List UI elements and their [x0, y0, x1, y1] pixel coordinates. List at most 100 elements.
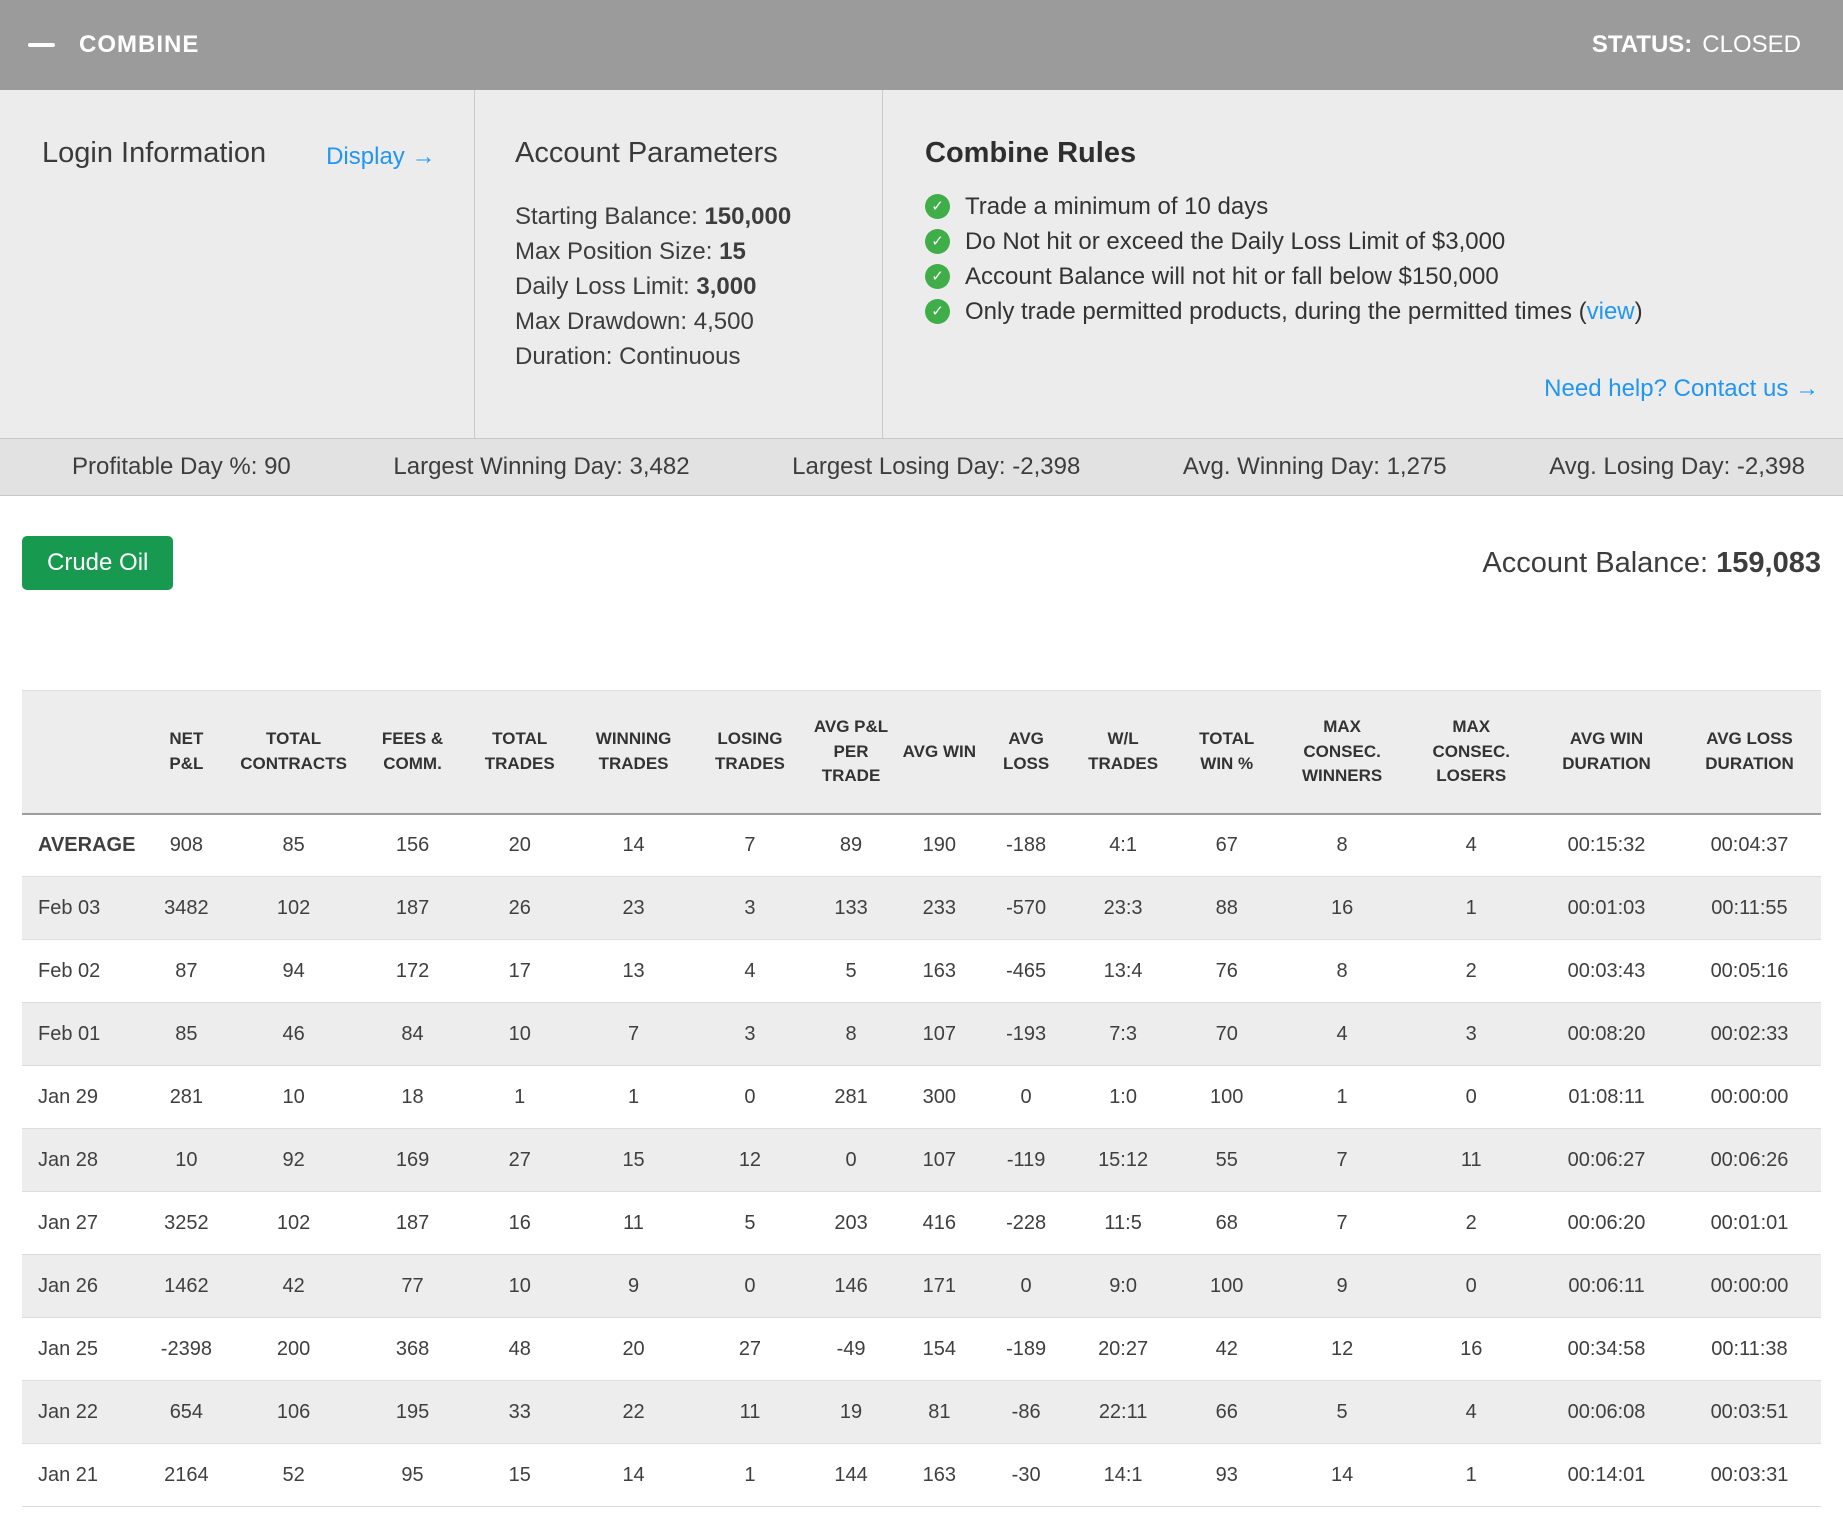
view-link[interactable]: view [1587, 298, 1635, 325]
table-cell: 203 [806, 1191, 896, 1256]
table-cell: 16 [466, 1191, 574, 1256]
table-cell: 281 [806, 1065, 896, 1130]
login-information-title: Login Information [42, 137, 267, 169]
table-cell: 89 [806, 813, 896, 878]
main-content: Crude Oil Account Balance: 159,083 NET P… [0, 536, 1843, 1508]
table-cell: 300 [895, 1065, 983, 1130]
table-cell: 7 [573, 1002, 694, 1067]
table-cell: 00:06:27 [1535, 1128, 1678, 1193]
rule-text: Account Balance will not hit or fall bel… [965, 262, 1499, 290]
table-cell: 2164 [144, 1443, 229, 1508]
stat-largest-winning-day: Largest Winning Day: 3,482 [393, 453, 690, 480]
column-header: AVG WIN [895, 689, 983, 815]
check-icon: ✓ [925, 263, 950, 289]
table-cell: 00:34:58 [1535, 1317, 1678, 1382]
table-cell: 00:06:11 [1535, 1254, 1678, 1319]
table-cell: -119 [982, 1128, 1070, 1193]
table-cell: 190 [895, 813, 983, 878]
table-row: Jan 26 1462 42 77 10 9 0 146 171 0 9:0 100 9 0 00:06:1… [22, 1254, 1821, 1319]
table-cell: 00:08:20 [1535, 1002, 1678, 1067]
table-cell: -188 [982, 813, 1070, 878]
check-icon: ✓ [925, 193, 950, 219]
table-cell: 77 [358, 1254, 467, 1319]
table-cell: 172 [358, 939, 467, 1004]
table-cell: 12 [1276, 1317, 1408, 1382]
stat-largest-losing-day: Largest Losing Day: -2,398 [792, 453, 1081, 480]
table-cell: 11 [1407, 1128, 1536, 1193]
collapse-icon[interactable] [28, 43, 55, 47]
row-label: Feb 01 [22, 1002, 145, 1067]
table-cell: -465 [982, 939, 1070, 1004]
table-cell: 92 [228, 1128, 359, 1193]
table-cell: 1 [1407, 876, 1536, 941]
table-cell: 144 [806, 1443, 896, 1508]
table-cell: 0 [693, 1254, 807, 1319]
table-cell: 10 [228, 1065, 359, 1130]
row-label: AVERAGE [22, 813, 145, 878]
row-label: Jan 21 [22, 1443, 145, 1508]
table-cell: 13:4 [1069, 939, 1177, 1004]
table-cell: 2 [1407, 939, 1536, 1004]
daily-stats-table: NET P&L TOTAL CONTRACTS FEES & COMM. TOTAL … [22, 689, 1821, 1508]
table-row: Feb 01 85 46 84 10 7 3 8 107 -193 7:3 70 4 3 00:08:20 0… [22, 1002, 1821, 1067]
table-cell: 156 [358, 813, 467, 878]
table-row: Jan 25 -2398 200 368 48 20 27 -49 154 -189 20:27 42… [22, 1317, 1821, 1382]
table-cell: 106 [228, 1380, 359, 1445]
table-cell: 1462 [144, 1254, 229, 1319]
table-cell: 11:5 [1069, 1191, 1177, 1256]
table-cell: 3 [693, 1002, 807, 1067]
display-link[interactable]: Display → [326, 143, 435, 171]
table-row: Jan 22 654 106 195 33 22 11 19 81 -86 22:11 66 5 4 00:… [22, 1380, 1821, 1445]
table-cell: 26 [466, 876, 574, 941]
titlebar: COMBINE STATUS: CLOSED [0, 0, 1843, 90]
table-cell: 1 [693, 1443, 807, 1508]
table-cell: 187 [358, 1191, 467, 1256]
status-value: CLOSED [1702, 31, 1801, 58]
account-balance: Account Balance: 159,083 [1482, 547, 1821, 580]
table-cell: 2 [1407, 1191, 1536, 1256]
column-header: W/L TRADES [1069, 689, 1177, 815]
table-cell: 00:02:33 [1677, 1002, 1821, 1067]
crude-oil-button[interactable]: Crude Oil [22, 536, 174, 590]
column-header: AVG P&L PER TRADE [806, 689, 896, 815]
contact-us-link[interactable]: Need help? Contact us → [925, 375, 1819, 403]
table-cell: 42 [228, 1254, 359, 1319]
table-cell: 16 [1276, 876, 1408, 941]
table-cell: 00:06:08 [1535, 1380, 1678, 1445]
table-cell: 368 [358, 1317, 467, 1382]
table-cell: 42 [1176, 1317, 1277, 1382]
table-cell: 52 [228, 1443, 359, 1508]
check-icon: ✓ [925, 228, 950, 254]
table-row: Jan 29 281 10 18 1 1 0 281 300 0 1:0 100 1 0 01:08:11 0… [22, 1065, 1821, 1130]
table-cell: 4 [693, 939, 807, 1004]
table-cell: 93 [1176, 1443, 1277, 1508]
table-cell: 0 [806, 1128, 896, 1193]
rule-text: Trade a minimum of 10 days [965, 192, 1269, 220]
table-cell: 76 [1176, 939, 1277, 1004]
table-cell: 1 [1407, 1443, 1536, 1508]
column-header: TOTAL TRADES [466, 689, 574, 815]
stat-avg-winning-day: Avg. Winning Day: 1,275 [1182, 453, 1447, 480]
table-row: Jan 27 3252 102 187 16 11 5 203 416 -228 11:5 68 7 2 0… [22, 1191, 1821, 1256]
table-cell: -228 [982, 1191, 1070, 1256]
table-cell: 133 [806, 876, 896, 941]
table-cell: 163 [895, 1443, 983, 1508]
column-header: AVG LOSS DURATION [1677, 689, 1821, 815]
table-cell: 17 [466, 939, 574, 1004]
table-cell: 1 [466, 1065, 574, 1130]
table-cell: 171 [895, 1254, 983, 1319]
table-cell: 01:08:11 [1535, 1065, 1678, 1130]
table-cell: 100 [1176, 1065, 1277, 1130]
stat-avg-losing-day: Avg. Losing Day: -2,398 [1549, 453, 1805, 480]
rule-item: ✓ Trade a minimum of 10 days [925, 189, 1819, 224]
table-cell: 8 [806, 1002, 896, 1067]
table-cell: 55 [1176, 1128, 1277, 1193]
page-title: COMBINE [79, 31, 200, 58]
table-row: Feb 03 3482 102 187 26 23 3 133 233 -570 23:3 88 16 1… [22, 876, 1821, 941]
status-label: STATUS: [1591, 31, 1693, 58]
table-cell: 12 [693, 1128, 807, 1193]
table-cell: 3 [693, 876, 807, 941]
table-cell: 9 [1276, 1254, 1408, 1319]
table-cell: 7 [693, 813, 807, 878]
table-cell: 70 [1176, 1002, 1277, 1067]
